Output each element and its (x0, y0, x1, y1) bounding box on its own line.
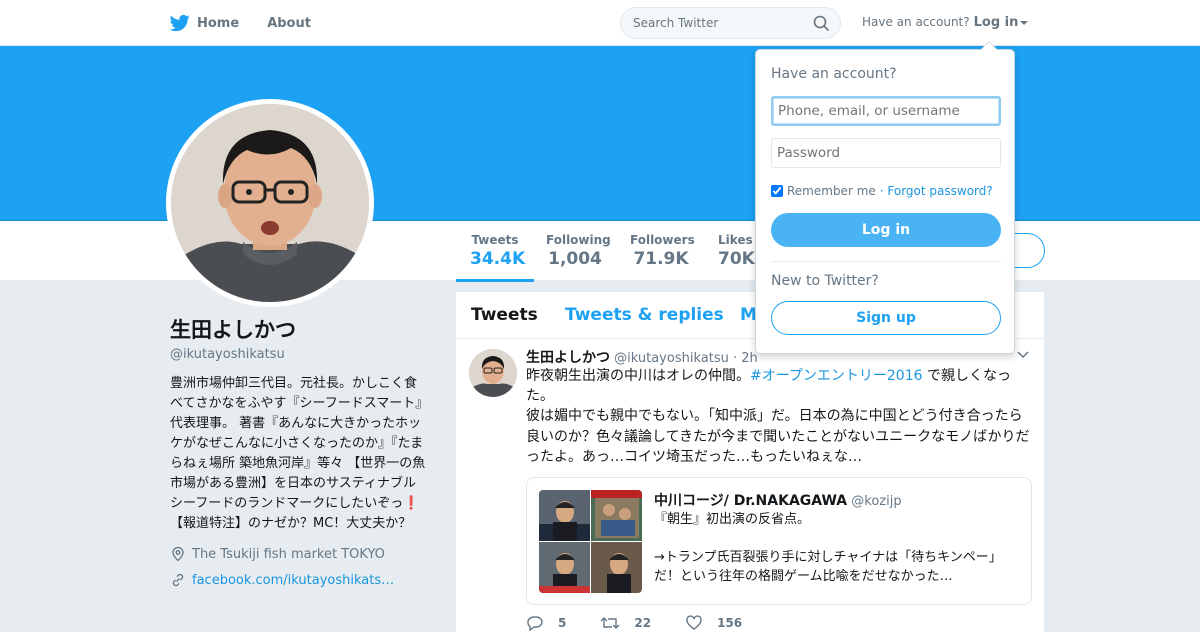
avatar-photo (171, 104, 369, 302)
tab-tweets[interactable]: Tweets (471, 305, 538, 325)
profile-avatar[interactable] (166, 99, 374, 307)
username-field[interactable] (771, 96, 1001, 126)
nav-home-link[interactable]: Home (170, 13, 239, 33)
profile-handle[interactable]: @ikutayoshikatsu (170, 347, 430, 362)
stat-following-label: Following (546, 233, 611, 247)
location-pin-icon (172, 546, 184, 562)
divider (771, 261, 1001, 262)
signup-button[interactable]: Sign up (771, 301, 1001, 335)
tweet-text: 昨夜朝生出演の中川はオレの仲間。#オープンエントリー2016 で親しくなった。彼… (526, 366, 1036, 467)
forgot-password-link[interactable]: · Forgot password? (880, 184, 993, 198)
quoted-text-line1: 『朝生』初出演の反省点。 (654, 512, 811, 527)
chevron-down-icon[interactable] (1020, 20, 1029, 25)
tweet-hashtag-link[interactable]: #オープンエントリー2016 (750, 368, 923, 384)
login-dropdown-title: Have an account? (771, 66, 897, 82)
quote-image-tile (539, 490, 590, 541)
chevron-down-icon[interactable] (1016, 350, 1030, 360)
login-menu-toggle[interactable]: Log in (974, 15, 1019, 30)
search-box[interactable]: Search Twitter (620, 7, 841, 39)
stat-tweets-value: 34.4K (470, 249, 526, 269)
profile-card: 生田よしかつ @ikutayoshikatsu 豊洲市場仲卸三代目。元社長。かし… (170, 314, 430, 588)
quote-image-tile (591, 490, 642, 541)
login-button[interactable]: Log in (771, 213, 1001, 247)
like-button[interactable]: 156 (685, 615, 742, 631)
quoted-author-name: 中川コージ/ Dr.NAKAGAWA (654, 493, 848, 509)
quoted-text-line2: →トランプ氏百裂張り手に対しチャイナは「待ちキンペー」だ！という往年の格闘ゲーム… (654, 550, 1002, 584)
tweet-header: 生田よしかつ @ikutayoshikatsu · 2h (526, 347, 758, 367)
new-to-twitter-text: New to Twitter? (771, 273, 879, 289)
twitter-bird-icon (170, 14, 190, 32)
retweet-count: 22 (634, 616, 652, 630)
stat-followers[interactable]: Followers 71.9K (630, 233, 695, 269)
quote-image-tile (539, 542, 590, 593)
reply-icon (527, 616, 543, 631)
remember-me-label[interactable]: Remember me (787, 184, 876, 198)
remember-me-row: Remember me · Forgot password? (771, 184, 993, 198)
quoted-tweet-image[interactable] (539, 490, 642, 593)
quoted-tweet[interactable]: 中川コージ/ Dr.NAKAGAWA @kozijp 『朝生』初出演の反省点。 … (526, 477, 1032, 605)
tweet-actions: 5 22 156 (526, 615, 776, 631)
remember-me-checkbox[interactable] (771, 185, 783, 197)
have-account-text: Have an account? (862, 15, 970, 29)
stat-likes[interactable]: Likes 70K (718, 233, 758, 269)
profile-website[interactable]: facebook.com/ikutayoshikats… (170, 572, 430, 588)
nav-links: Home About (170, 0, 339, 46)
nav-home-label: Home (197, 15, 240, 31)
tweet-time[interactable]: · 2h (733, 351, 758, 366)
tab-tweets-replies[interactable]: Tweets & replies (565, 305, 724, 325)
profile-location: The Tsukiji fish market TOKYO (170, 546, 430, 562)
tweet-author-name[interactable]: 生田よしかつ (526, 350, 610, 366)
profile-location-text: The Tsukiji fish market TOKYO (192, 546, 385, 562)
tweet-author-handle[interactable]: @ikutayoshikatsu (614, 351, 729, 366)
stat-tweets[interactable]: Tweets 34.4K (456, 233, 534, 282)
stat-followers-label: Followers (630, 233, 695, 247)
quoted-author-handle: @kozijp (851, 494, 902, 509)
like-count: 156 (717, 616, 743, 630)
nav-about-link[interactable]: About (267, 16, 311, 31)
reply-button[interactable]: 5 (526, 615, 566, 631)
quoted-tweet-header: 中川コージ/ Dr.NAKAGAWA @kozijp (654, 490, 902, 510)
stat-following-value: 1,004 (548, 249, 602, 269)
retweet-button[interactable]: 22 (600, 615, 651, 631)
stat-followers-value: 71.9K (633, 249, 689, 269)
quoted-tweet-text: 『朝生』初出演の反省点。 →トランプ氏百裂張り手に対しチャイナは「待ちキンペー」… (654, 510, 1024, 586)
password-field[interactable] (771, 138, 1001, 168)
profile-name[interactable]: 生田よしかつ (170, 314, 430, 344)
profile-website-text[interactable]: facebook.com/ikutayoshikats… (192, 573, 394, 588)
stat-tweets-label: Tweets (471, 233, 519, 247)
stat-likes-value: 70K (718, 249, 755, 269)
account-menu: Have an account? Log in (862, 15, 1029, 30)
login-dropdown: Have an account? Remember me · Forgot pa… (755, 41, 1015, 354)
stat-likes-label: Likes (718, 233, 753, 247)
profile-bio: 豊洲市場仲卸三代目。元社長。かしこく食べてさかなをふやす『シーフードスマート』代… (170, 376, 426, 531)
stat-following[interactable]: Following 1,004 (546, 233, 611, 269)
search-placeholder: Search Twitter (633, 16, 719, 30)
tweet-avatar[interactable] (469, 349, 517, 397)
tweet-text-body: 彼は媚中でも親中でもない。「知中派」だ。日本の為に中国とどう付き合ったら良いのか… (526, 408, 1030, 465)
search-icon[interactable] (813, 15, 830, 32)
link-icon (172, 573, 184, 587)
reply-count: 5 (558, 616, 567, 630)
heart-icon (686, 615, 702, 630)
tweet-text-line1: 昨夜朝生出演の中川はオレの仲間。 (526, 368, 750, 384)
top-navigation-bar: Home About Search Twitter Have an accoun… (0, 0, 1200, 46)
retweet-icon (600, 617, 620, 629)
quote-image-tile (591, 542, 642, 593)
